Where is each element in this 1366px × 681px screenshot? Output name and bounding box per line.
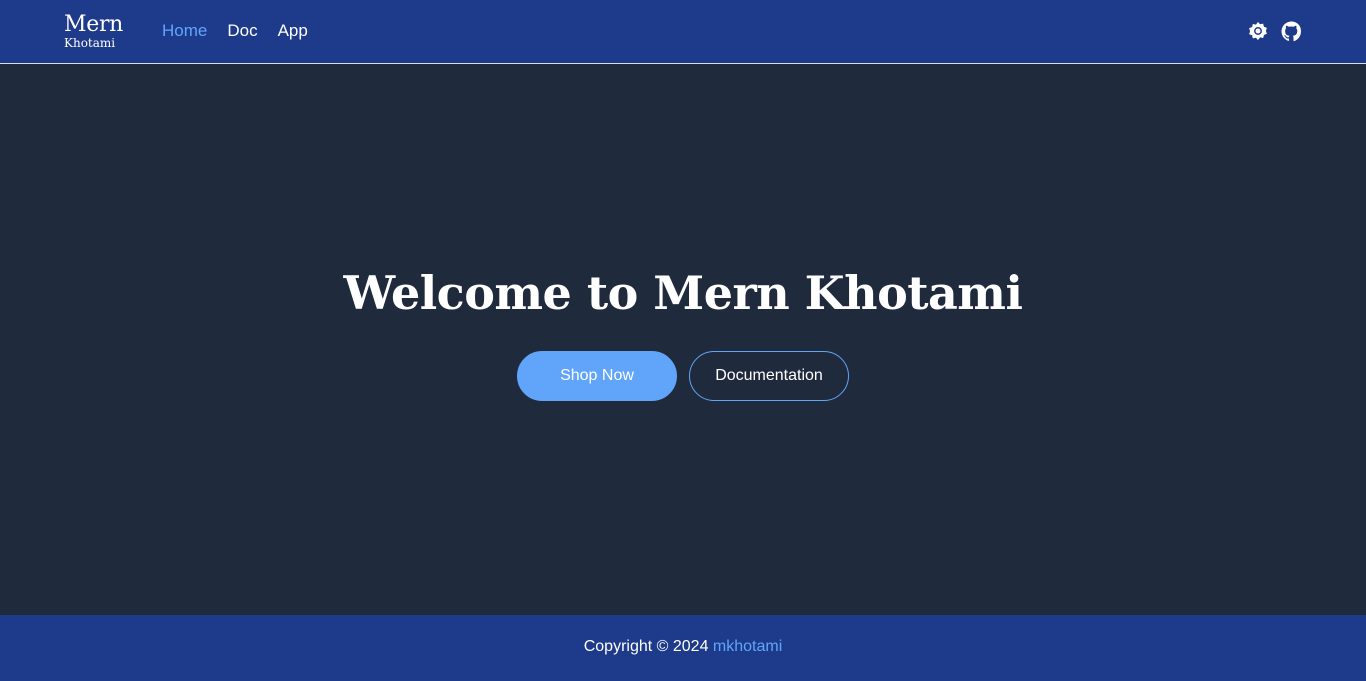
- github-icon[interactable]: [1280, 20, 1302, 42]
- footer-author-link[interactable]: mkhotami: [713, 638, 782, 655]
- hero-section: Welcome to Mern Khotami Shop Now Documen…: [0, 65, 1366, 615]
- site-footer: Copyright © 2024 mkhotami: [0, 615, 1366, 681]
- copyright-text: Copyright © 2024 mkhotami: [0, 637, 1366, 657]
- documentation-button[interactable]: Documentation: [689, 351, 849, 401]
- hero-title: Welcome to Mern Khotami: [343, 266, 1023, 320]
- logo-sub-text: Khotami: [64, 36, 116, 50]
- header-actions: [1247, 20, 1302, 42]
- brand-logo[interactable]: Mern Khotami: [64, 12, 124, 50]
- copyright-prefix: Copyright © 2024: [583, 638, 713, 655]
- logo-main-text: Mern: [64, 12, 124, 37]
- top-navbar: Mern Khotami Home Doc App: [0, 0, 1366, 64]
- main-navigation: Home Doc App: [162, 21, 308, 41]
- nav-app-link[interactable]: App: [278, 21, 308, 41]
- shop-now-button[interactable]: Shop Now: [517, 351, 677, 401]
- nav-doc-link[interactable]: Doc: [227, 21, 257, 41]
- hero-actions: Shop Now Documentation: [517, 351, 849, 401]
- theme-toggle-icon[interactable]: [1247, 20, 1269, 42]
- nav-home-link[interactable]: Home: [162, 21, 207, 41]
- page: Mern Khotami Home Doc App Welcome to Mer…: [0, 0, 1366, 681]
